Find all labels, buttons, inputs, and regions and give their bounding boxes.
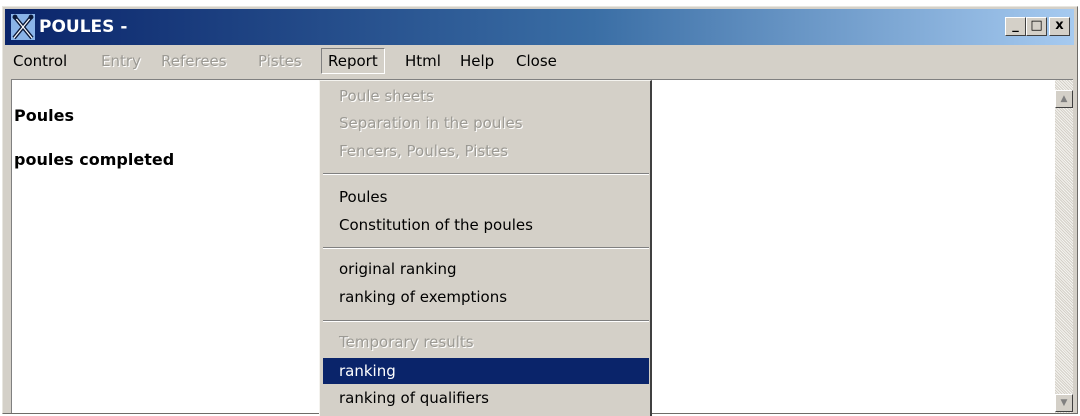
menu-referees[interactable]: Referees bbox=[161, 50, 227, 72]
menu-item-poules[interactable]: Poules bbox=[323, 184, 649, 210]
menu-item-ranking-of-exemptions[interactable]: ranking of exemptions bbox=[323, 284, 649, 310]
vertical-scrollbar[interactable]: ▲ ▼ bbox=[1055, 80, 1073, 413]
scroll-down-arrow-icon[interactable]: ▼ bbox=[1055, 394, 1073, 412]
menu-item-constitution-of-the-poules[interactable]: Constitution of the poules bbox=[323, 212, 649, 238]
menu-separator bbox=[323, 173, 649, 175]
menu-bar: Control Entry Referees Pistes Report Htm… bbox=[5, 47, 1074, 75]
content-heading-poules: Poules bbox=[14, 106, 74, 125]
menu-item-poule-sheets[interactable]: Poule sheets bbox=[323, 83, 649, 109]
menu-report[interactable]: Report bbox=[321, 48, 385, 74]
minimize-button[interactable]: _ bbox=[1005, 17, 1026, 36]
menu-item-separation-in-the-poules[interactable]: Separation in the poules bbox=[323, 110, 649, 136]
maximize-button[interactable]: □ bbox=[1026, 17, 1047, 36]
menu-control[interactable]: Control bbox=[13, 50, 67, 72]
scroll-up-arrow-icon[interactable]: ▲ bbox=[1055, 90, 1073, 108]
menu-html[interactable]: Html bbox=[405, 50, 441, 72]
menu-item-temporary-results[interactable]: Temporary results bbox=[323, 329, 649, 355]
menu-item-ranking-of-qualifiers[interactable]: ranking of qualifiers bbox=[323, 385, 649, 411]
menu-item-original-ranking[interactable]: original ranking bbox=[323, 256, 649, 282]
title-bar[interactable]: POULES - _ □ x bbox=[5, 9, 1074, 45]
close-window-button[interactable]: x bbox=[1049, 17, 1070, 36]
report-dropdown-menu: Poule sheets Separation in the poules Fe… bbox=[319, 80, 652, 416]
menu-close[interactable]: Close bbox=[516, 50, 557, 72]
content-status-line: poules completed bbox=[14, 150, 175, 169]
fencing-x-icon bbox=[11, 14, 35, 40]
menu-separator bbox=[323, 320, 649, 322]
menu-item-ranking[interactable]: ranking bbox=[323, 358, 649, 384]
menu-entry[interactable]: Entry bbox=[101, 50, 141, 72]
window-title: POULES - bbox=[39, 17, 128, 37]
menu-help[interactable]: Help bbox=[460, 50, 494, 72]
menu-pistes[interactable]: Pistes bbox=[258, 50, 302, 72]
menu-item-fencers-poules-pistes[interactable]: Fencers, Poules, Pistes bbox=[323, 138, 649, 164]
menu-separator bbox=[323, 247, 649, 249]
